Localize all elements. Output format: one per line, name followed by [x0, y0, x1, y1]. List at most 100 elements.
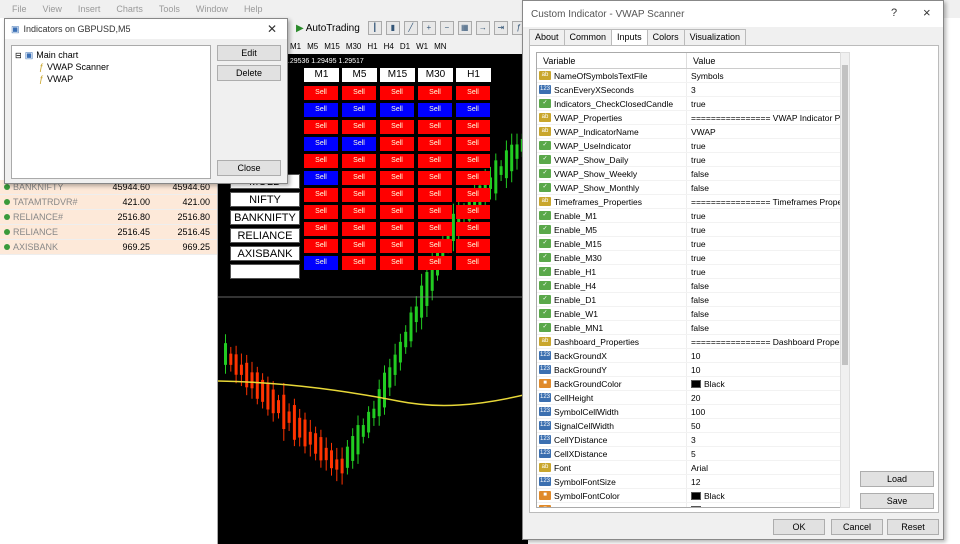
scrollbar-thumb[interactable]	[842, 65, 848, 365]
param-value-cell[interactable]: 10	[687, 349, 845, 362]
input-param-row[interactable]: ■ SymbolFontColor Black	[537, 489, 845, 503]
param-value-cell[interactable]: ================ Dashboard Properties...	[687, 335, 845, 348]
inputs-scrollbar[interactable]	[840, 52, 850, 508]
timeframe-m1[interactable]: M1	[290, 42, 301, 51]
market-watch-row[interactable]: TATAMTRDVR# 421.00 421.00	[0, 195, 217, 210]
dashboard-symbol-cell[interactable]: RELIANCE	[230, 228, 300, 243]
signal-cell[interactable]: Sell	[304, 205, 338, 219]
param-value-cell[interactable]: ================ Timeframes Propertie...	[687, 195, 845, 208]
signal-cell[interactable]: Sell	[456, 256, 490, 270]
input-param-row[interactable]: ✓ Enable_W1 false	[537, 307, 845, 321]
signal-cell[interactable]: Sell	[418, 120, 452, 134]
signal-cell[interactable]: Sell	[418, 86, 452, 100]
timeframe-h1[interactable]: H1	[367, 42, 377, 51]
signal-cell[interactable]: Sell	[418, 103, 452, 117]
param-value-cell[interactable]: false	[687, 279, 845, 292]
signal-cell[interactable]: Sell	[342, 222, 376, 236]
input-param-row[interactable]: ✓ VWAP_UseIndicator true	[537, 139, 845, 153]
param-value-cell[interactable]: true	[687, 223, 845, 236]
menu-item-insert[interactable]: Insert	[70, 4, 109, 14]
collapse-icon[interactable]: ⊟	[15, 51, 22, 60]
input-param-row[interactable]: 123 BackGroundY 10	[537, 363, 845, 377]
signal-cell[interactable]: Sell	[380, 86, 414, 100]
param-value-cell[interactable]: Black	[687, 489, 845, 502]
param-value-cell[interactable]: true	[687, 251, 845, 264]
input-param-row[interactable]: ✓ Enable_H1 true	[537, 265, 845, 279]
signal-cell[interactable]: Sell	[304, 239, 338, 253]
tab-about[interactable]: About	[529, 29, 565, 45]
signal-cell[interactable]: Sell	[418, 222, 452, 236]
input-param-row[interactable]: 123 SymbolFontSize 12	[537, 475, 845, 489]
menu-item-help[interactable]: Help	[236, 4, 271, 14]
signal-cell[interactable]: Sell	[380, 239, 414, 253]
signal-cell[interactable]: Sell	[418, 171, 452, 185]
signal-cell[interactable]: Sell	[456, 188, 490, 202]
param-value-cell[interactable]: true	[687, 209, 845, 222]
tree-node-main-chart[interactable]: ⊟ ▣ Main chart	[15, 49, 207, 61]
param-value-cell[interactable]: Black	[687, 377, 845, 390]
signal-cell[interactable]: Sell	[380, 205, 414, 219]
input-param-row[interactable]: ✓ Enable_M15 true	[537, 237, 845, 251]
input-param-row[interactable]: 123 SymbolCellWidth 100	[537, 405, 845, 419]
menu-item-tools[interactable]: Tools	[151, 4, 188, 14]
param-value-cell[interactable]: 50	[687, 419, 845, 432]
signal-cell[interactable]: Sell	[380, 171, 414, 185]
timeframe-w1[interactable]: W1	[416, 42, 428, 51]
input-param-row[interactable]: ✓ VWAP_Show_Monthly false	[537, 181, 845, 195]
menu-item-charts[interactable]: Charts	[108, 4, 151, 14]
market-watch-row[interactable]: AXISBANK 969.25 969.25	[0, 240, 217, 255]
autoscroll-icon[interactable]: →	[475, 21, 490, 35]
signal-cell[interactable]: Sell	[456, 120, 490, 134]
timeframe-m30[interactable]: M30	[346, 42, 362, 51]
input-param-row[interactable]: 123 CellHeight 20	[537, 391, 845, 405]
tab-inputs[interactable]: Inputs	[611, 29, 648, 46]
autotrading-button[interactable]: ▶ AutoTrading	[292, 23, 364, 34]
signal-cell[interactable]: Sell	[342, 154, 376, 168]
value-column-header[interactable]: Value	[687, 53, 845, 68]
signal-cell[interactable]: Sell	[418, 205, 452, 219]
signal-cell[interactable]: Sell	[418, 239, 452, 253]
param-value-cell[interactable]: true	[687, 237, 845, 250]
input-param-row[interactable]: ✓ Enable_M1 true	[537, 209, 845, 223]
signal-cell[interactable]: Sell	[380, 256, 414, 270]
signal-cell[interactable]: Sell	[456, 103, 490, 117]
signal-cell[interactable]: Sell	[456, 86, 490, 100]
signal-cell[interactable]: Sell	[342, 205, 376, 219]
input-param-row[interactable]: ✓ Enable_MN1 false	[537, 321, 845, 335]
signal-cell[interactable]: Sell	[456, 137, 490, 151]
input-param-row[interactable]: ✓ Enable_M30 true	[537, 251, 845, 265]
timeframe-d1[interactable]: D1	[400, 42, 410, 51]
signal-cell[interactable]: Sell	[304, 154, 338, 168]
save-button[interactable]: Save	[860, 493, 934, 509]
signal-cell[interactable]: Sell	[418, 137, 452, 151]
param-value-cell[interactable]: 3	[687, 83, 845, 96]
signal-cell[interactable]: Sell	[342, 120, 376, 134]
timeframe-h4[interactable]: H4	[384, 42, 394, 51]
signal-cell[interactable]: Sell	[456, 171, 490, 185]
signal-cell[interactable]: Sell	[418, 154, 452, 168]
zoom-out-icon[interactable]: −	[439, 21, 454, 35]
signal-cell[interactable]: Sell	[342, 86, 376, 100]
dashboard-symbol-cell[interactable]	[230, 264, 300, 279]
signal-cell[interactable]: Sell	[342, 137, 376, 151]
input-param-row[interactable]: 123 ScanEveryXSeconds 3	[537, 83, 845, 97]
signal-cell[interactable]: Sell	[304, 256, 338, 270]
tab-colors[interactable]: Colors	[646, 29, 685, 45]
menu-item-view[interactable]: View	[35, 4, 70, 14]
param-value-cell[interactable]: false	[687, 293, 845, 306]
menu-item-window[interactable]: Window	[188, 4, 236, 14]
signal-cell[interactable]: Sell	[456, 222, 490, 236]
signal-cell[interactable]: Sell	[342, 256, 376, 270]
param-value-cell[interactable]: 100	[687, 405, 845, 418]
close-icon[interactable]: ✕	[267, 22, 277, 36]
signal-cell[interactable]: Sell	[304, 86, 338, 100]
signal-cell[interactable]: Sell	[380, 103, 414, 117]
param-value-cell[interactable]: true	[687, 153, 845, 166]
input-param-row[interactable]: ✓ Enable_D1 false	[537, 293, 845, 307]
signal-cell[interactable]: Sell	[342, 188, 376, 202]
tree-node-vwap-scanner[interactable]: ƒ VWAP Scanner	[15, 61, 207, 73]
signal-cell[interactable]: Sell	[380, 188, 414, 202]
delete-button[interactable]: Delete	[217, 65, 281, 81]
load-button[interactable]: Load	[860, 471, 934, 487]
param-value-cell[interactable]: 3	[687, 433, 845, 446]
